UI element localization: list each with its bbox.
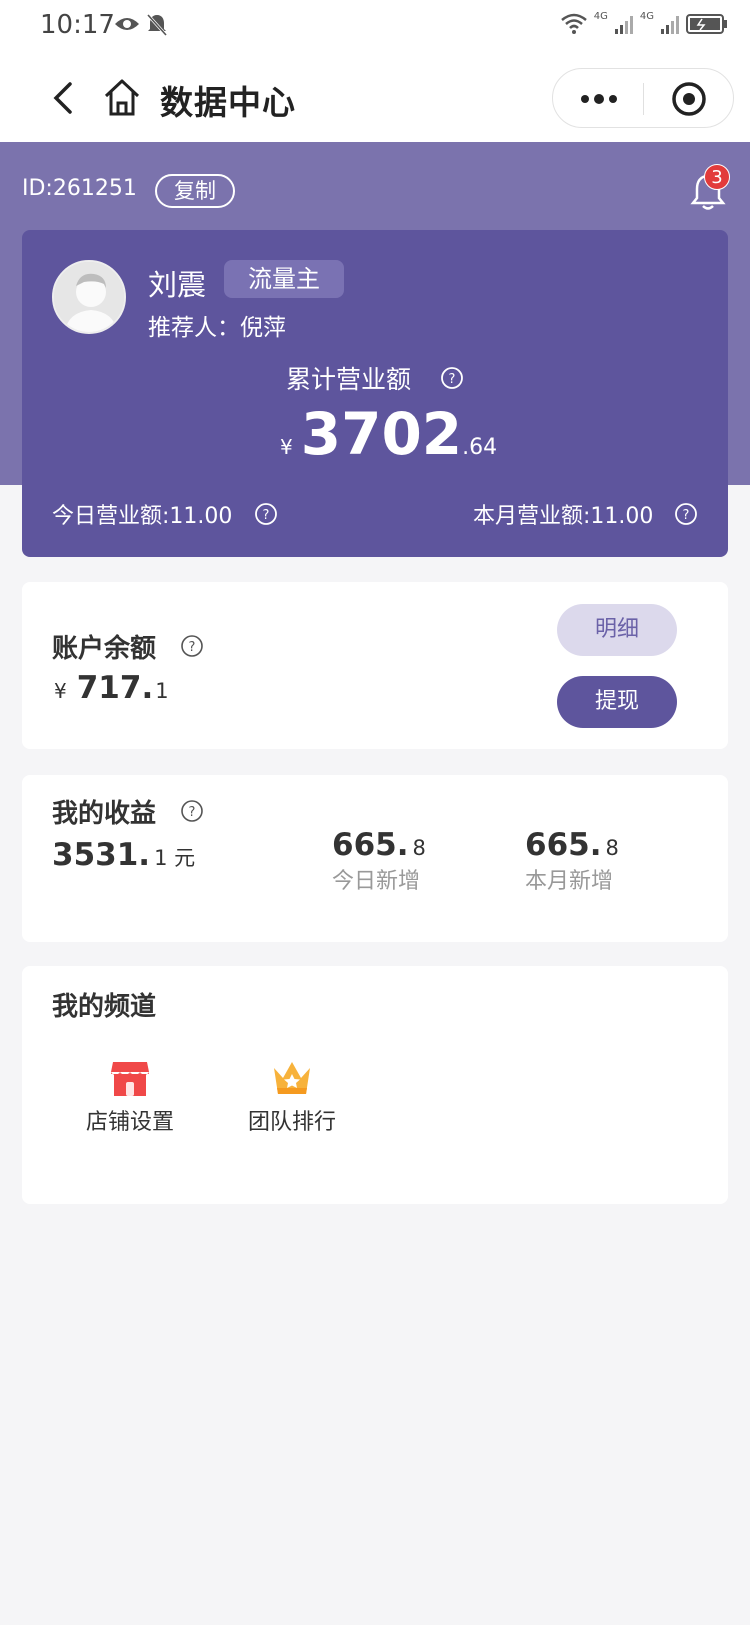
wifi-icon: [560, 13, 587, 34]
balance-card: 账户余额 ? ¥717.1 明细 提现: [22, 582, 728, 749]
copy-button[interactable]: 复制: [155, 174, 235, 208]
today-new-value: 665. 8: [332, 827, 426, 863]
earnings-total-integer: 3531.: [52, 837, 151, 873]
page-title: 数据中心: [160, 83, 296, 122]
channels-title: 我的频道: [52, 992, 157, 1022]
svg-text:?: ?: [189, 805, 196, 820]
status-bar: 10:17 4G 4G: [0, 0, 750, 56]
help-icon[interactable]: ?: [440, 366, 464, 390]
total-revenue-amount: ¥3702.64: [280, 400, 497, 468]
user-id: ID:261251: [22, 176, 137, 201]
month-new-integer: 665.: [525, 827, 602, 863]
signal-icon: [661, 16, 679, 34]
user-name: 刘震: [148, 268, 207, 302]
close-target-icon[interactable]: [671, 81, 707, 117]
help-icon[interactable]: ?: [180, 634, 204, 658]
currency-symbol: ¥: [54, 679, 67, 703]
notification-badge: 3: [704, 164, 730, 190]
help-icon[interactable]: ?: [180, 799, 204, 823]
month-new-label: 本月新增: [525, 869, 614, 894]
svg-text:?: ?: [449, 372, 456, 387]
silent-bell-icon: [146, 13, 168, 37]
balance-amount: ¥717.1: [54, 670, 169, 706]
channel-team-ranking[interactable]: 团队排行: [232, 1058, 352, 1136]
battery-icon: [686, 14, 727, 34]
avatar[interactable]: [52, 260, 126, 334]
detail-button[interactable]: 明细: [557, 604, 677, 656]
signal-icon: [614, 16, 633, 34]
mini-program-capsule: [552, 68, 734, 128]
network-label-1: 4G: [593, 10, 608, 22]
crown-icon: [274, 1062, 310, 1094]
earnings-total: 3531. 1 元: [52, 837, 195, 873]
svg-text:?: ?: [189, 640, 196, 655]
back-arrow-icon[interactable]: [48, 78, 78, 118]
earnings-card: 我的收益 ? 3531. 1 元 665. 8 今日新增 665. 8 本月新增: [22, 775, 728, 942]
earnings-total-decimal: 1 元: [154, 846, 196, 870]
today-revenue: 今日营业额:11.00: [52, 504, 233, 529]
role-badge: 流量主: [224, 260, 344, 298]
status-indicators: 4G 4G: [560, 10, 728, 36]
help-icon[interactable]: ?: [254, 502, 278, 526]
channel-label: 团队排行: [247, 1110, 336, 1135]
revenue-card: 刘震 流量主 推荐人：倪萍 累计营业额 ? ¥3702.64 今日营业额:11.…: [22, 230, 728, 557]
withdraw-button[interactable]: 提现: [557, 676, 677, 728]
total-revenue-integer: 3702: [300, 400, 463, 468]
help-icon[interactable]: ?: [674, 502, 698, 526]
balance-title: 账户余额: [52, 634, 157, 664]
today-new-integer: 665.: [332, 827, 409, 863]
earnings-title: 我的收益: [52, 799, 157, 829]
eye-icon: [115, 18, 139, 30]
home-icon[interactable]: [102, 76, 142, 118]
balance-integer: 717.: [76, 670, 154, 706]
default-avatar-icon: [54, 262, 124, 332]
channels-card: 我的频道 店铺设置 团队排行: [22, 966, 728, 1204]
more-icon[interactable]: [579, 91, 619, 107]
today-new-stat: 665. 8 今日新增: [332, 827, 426, 895]
svg-text:?: ?: [263, 508, 270, 523]
status-time: 10:17: [40, 10, 115, 40]
shop-icon: [111, 1062, 149, 1096]
month-new-stat: 665. 8 本月新增: [525, 827, 619, 895]
month-new-value: 665. 8: [525, 827, 619, 863]
balance-decimal: 1: [155, 679, 169, 703]
referrer-text: 推荐人：倪萍: [148, 315, 286, 341]
network-label-2: 4G: [639, 10, 654, 22]
total-revenue-label: 累计营业额: [286, 365, 412, 394]
today-new-label: 今日新增: [332, 869, 421, 894]
total-revenue-decimal: .64: [462, 435, 498, 460]
month-new-decimal: 8: [605, 836, 619, 860]
currency-symbol: ¥: [280, 435, 293, 459]
channel-label: 店铺设置: [85, 1110, 174, 1135]
month-revenue: 本月营业额:11.00: [473, 504, 654, 529]
capsule-divider: [643, 83, 644, 115]
channel-shop-settings[interactable]: 店铺设置: [70, 1058, 190, 1136]
nav-bar: 数据中心: [0, 56, 750, 142]
svg-text:?: ?: [683, 508, 690, 523]
today-new-decimal: 8: [412, 836, 426, 860]
